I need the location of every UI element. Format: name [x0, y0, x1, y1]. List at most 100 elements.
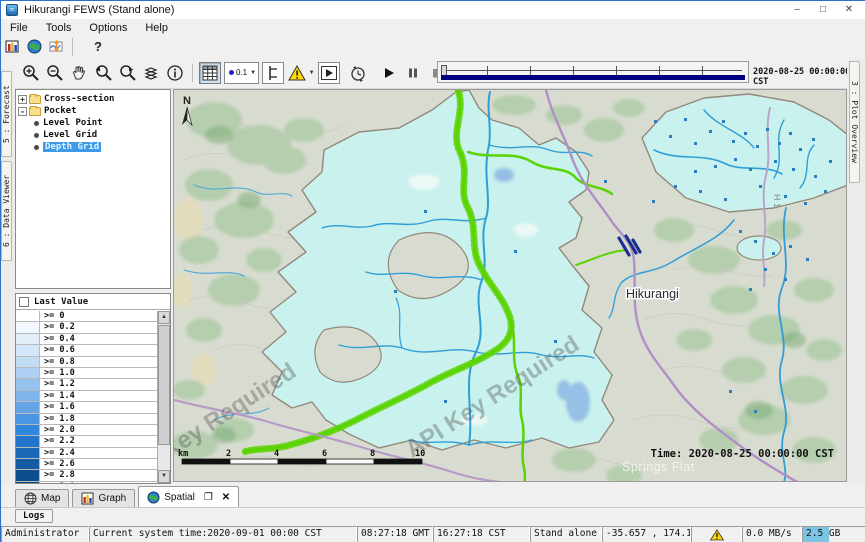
info-button[interactable]	[164, 62, 186, 84]
pause-icon	[407, 67, 419, 79]
legend-row[interactable]: >= 0.4	[16, 334, 157, 345]
bullet-icon	[34, 121, 39, 126]
legend-row[interactable]: >= 1.2	[16, 379, 157, 390]
database-display-button[interactable]	[2, 37, 22, 57]
database-bars-icon	[5, 39, 20, 54]
north-label: N	[183, 95, 191, 107]
legend-label: >= 2.2	[40, 436, 157, 446]
tab-map[interactable]: Map	[15, 489, 69, 507]
zoom-out-button[interactable]	[44, 62, 66, 84]
legend-label: >= 1.2	[40, 379, 157, 389]
title-bar: ≈ Hikurangi FEWS (Stand alone)	[1, 1, 865, 19]
legend-row[interactable]: >= 2.6	[16, 459, 157, 470]
tree-item-level-grid[interactable]: Level Grid	[16, 129, 170, 141]
window-title: Hikurangi FEWS (Stand alone)	[24, 4, 174, 16]
menu-options[interactable]: Options	[80, 22, 136, 34]
wireframe-globe-icon	[24, 492, 37, 505]
tab-plot-overview[interactable]: 3 : Plot Overview	[849, 61, 860, 183]
animation-settings-button[interactable]	[347, 62, 369, 84]
scale-value-dropdown[interactable]: 0.1 ▼	[224, 62, 259, 84]
zoom-in-icon	[22, 64, 40, 82]
tab-forecast[interactable]: 5 : Forecast	[1, 71, 12, 157]
play-icon	[383, 67, 395, 79]
time-slider[interactable]	[437, 61, 749, 83]
movie-player-button[interactable]	[318, 62, 340, 84]
tab-close-icon[interactable]: ✕	[222, 492, 230, 503]
legend-label: >= 2.8	[40, 470, 157, 480]
legend-label: >= 0.2	[40, 322, 157, 332]
collapse-minus-icon[interactable]: -	[18, 107, 27, 116]
status-warning[interactable]	[691, 526, 742, 542]
timeseries-display-button[interactable]	[46, 37, 66, 57]
app-logo-icon: ≈	[6, 4, 18, 16]
tree-item-depth-grid[interactable]: Depth Grid	[16, 141, 170, 153]
map-svg: API Key Required API Key Required N Hiku…	[174, 90, 847, 482]
bullet-icon	[34, 133, 39, 138]
zoom-previous-icon	[94, 64, 113, 82]
scale-dot-icon	[229, 70, 234, 75]
legend-row[interactable]: >= 0.6	[16, 345, 157, 356]
legend-row[interactable]: >= 1.4	[16, 391, 157, 402]
tree-item-level-point[interactable]: Level Point	[16, 117, 170, 129]
scale-tick: 2	[226, 449, 231, 459]
pause-button[interactable]	[402, 62, 424, 84]
minimize-button[interactable]: –	[784, 2, 810, 18]
maximize-button[interactable]: □	[810, 2, 836, 18]
close-button[interactable]: ✕	[836, 2, 862, 18]
menu-tools[interactable]: Tools	[37, 22, 81, 34]
legend-header: Last Value	[16, 294, 170, 310]
window-controls: – □ ✕	[784, 2, 862, 18]
grid-icon	[202, 65, 218, 81]
tab-label: Map	[41, 493, 60, 504]
menu-file[interactable]: File	[1, 22, 37, 34]
folder-icon	[29, 107, 41, 116]
pan-button[interactable]	[68, 62, 90, 84]
legend-row[interactable]: >= 2.0	[16, 425, 157, 436]
legend-row[interactable]: >= 0	[16, 311, 157, 322]
tab-graph[interactable]: Graph	[72, 489, 135, 507]
legend-scrollbar[interactable]: ▲ ▼	[157, 311, 170, 483]
menu-help[interactable]: Help	[136, 22, 177, 34]
legend-row[interactable]: >= 2.8	[16, 470, 157, 481]
grid-display-button[interactable]	[199, 62, 221, 84]
legend-row[interactable]: >= 1.0	[16, 368, 157, 379]
pan-hand-icon	[70, 64, 88, 82]
tree-item-pocket[interactable]: - Pocket	[16, 105, 170, 117]
tree-item-label: Cross-section	[44, 94, 114, 104]
zoom-previous-button[interactable]	[92, 62, 114, 84]
legend-row[interactable]: >= 0.2	[16, 322, 157, 333]
last-value-checkbox[interactable]	[19, 297, 29, 307]
zoom-in-button[interactable]	[20, 62, 42, 84]
expand-plus-icon[interactable]: +	[18, 95, 27, 104]
legend-row[interactable]: >= 3.0	[16, 482, 157, 484]
longitudinal-profile-button[interactable]	[262, 62, 284, 84]
logs-button[interactable]: Logs	[15, 509, 53, 523]
scrollbar-thumb[interactable]	[158, 325, 170, 445]
scroll-down-icon[interactable]: ▼	[158, 470, 170, 483]
legend-color-swatch	[16, 414, 40, 424]
warning-triangle-icon	[288, 65, 306, 81]
legend-color-swatch	[16, 482, 40, 484]
tab-label: Spatial	[164, 492, 195, 503]
main-toolbar: ?	[1, 36, 865, 57]
help-button[interactable]: ?	[88, 37, 108, 57]
thresholds-dropdown-button[interactable]: ▼	[286, 62, 316, 84]
tab-spatial[interactable]: Spatial ❐ ✕	[138, 486, 239, 507]
legend-row[interactable]: >= 1.8	[16, 414, 157, 425]
zoom-next-button[interactable]	[116, 62, 138, 84]
legend-row[interactable]: >= 1.6	[16, 402, 157, 413]
map-canvas[interactable]: API Key Required API Key Required N Hiku…	[173, 89, 847, 482]
map-display-button[interactable]	[24, 37, 44, 57]
play-button[interactable]	[378, 62, 400, 84]
legend-row[interactable]: >= 2.2	[16, 436, 157, 447]
layer-tree-panel: + Cross-section - Pocket Level Point Lev…	[15, 89, 171, 289]
legend-label: >= 0.8	[40, 357, 157, 367]
scroll-up-icon[interactable]: ▲	[158, 311, 170, 324]
layers-button[interactable]	[140, 62, 162, 84]
legend-row[interactable]: >= 0.8	[16, 357, 157, 368]
tree-item-cross-section[interactable]: + Cross-section	[16, 93, 170, 105]
tab-data-viewer[interactable]: 6 : Data Viewer	[1, 161, 12, 261]
tab-maximize-icon[interactable]: ❐	[204, 492, 213, 503]
info-icon	[166, 64, 184, 82]
legend-row[interactable]: >= 2.4	[16, 448, 157, 459]
